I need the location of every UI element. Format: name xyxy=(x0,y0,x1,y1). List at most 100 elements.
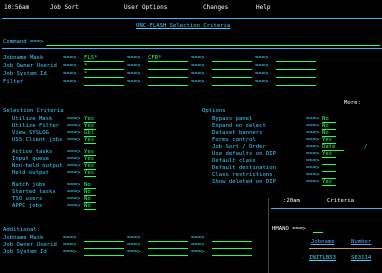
option-value-input[interactable] xyxy=(322,158,336,165)
options-heading: Options xyxy=(202,108,226,114)
arrow-label: ===> xyxy=(63,63,77,69)
additional-input[interactable] xyxy=(212,249,252,256)
field-input[interactable] xyxy=(212,55,252,62)
field-input[interactable] xyxy=(148,63,188,70)
option-value-input[interactable] xyxy=(322,165,336,172)
selection-value-input[interactable]: No xyxy=(84,182,96,189)
field-input[interactable] xyxy=(212,71,252,78)
field-input[interactable] xyxy=(276,55,316,62)
arrow-label: ===> xyxy=(67,196,81,202)
arrow-label: ===> xyxy=(63,55,77,61)
field-input[interactable] xyxy=(148,71,188,78)
field-input[interactable] xyxy=(276,63,316,70)
arrow-label: ===> xyxy=(306,116,320,122)
menu-job-sort[interactable]: Job Sort xyxy=(50,4,79,11)
additional-heading: Additional: xyxy=(3,227,41,233)
selection-label: View SYSLOG xyxy=(12,130,50,136)
additional-input[interactable] xyxy=(212,235,252,242)
overlay-row-marker[interactable]: - xyxy=(301,255,304,262)
arrow-label: ===> xyxy=(306,165,320,171)
option-value-input[interactable]: Date xyxy=(322,144,344,151)
selection-value-input[interactable]: Gbl xyxy=(84,130,96,137)
selection-value-input[interactable]: Yes xyxy=(84,170,96,177)
option-extra: / xyxy=(364,144,368,150)
selection-value-input[interactable]: No xyxy=(84,189,96,196)
option-label: Bypass panel xyxy=(212,116,253,122)
selection-value-input[interactable]: Yes xyxy=(84,116,96,123)
command-input[interactable] xyxy=(46,39,380,46)
field-input[interactable] xyxy=(276,71,316,78)
arrow-label: ===> xyxy=(127,55,141,61)
arrow-label: ===> xyxy=(191,63,205,69)
additional-label: Jobname Mask xyxy=(3,235,44,241)
additional-input[interactable] xyxy=(148,242,188,249)
arrow-label: ===> xyxy=(63,249,77,255)
additional-label: Job System Id xyxy=(3,249,47,255)
field-input[interactable] xyxy=(84,79,124,86)
overlay-divider xyxy=(309,248,382,249)
selection-value-input[interactable]: No xyxy=(84,203,96,210)
selection-label: APPC jobs xyxy=(12,203,43,209)
selection-label: Held output xyxy=(12,170,50,176)
additional-input[interactable] xyxy=(148,235,188,242)
selection-value-input[interactable]: Yes xyxy=(84,163,96,170)
field-input[interactable]: CFR* xyxy=(148,55,188,62)
field-input[interactable] xyxy=(212,79,252,86)
field-input[interactable] xyxy=(212,63,252,70)
option-value-input[interactable]: Yes xyxy=(322,137,336,144)
selection-value-input[interactable]: Yes xyxy=(84,137,96,144)
option-value-input[interactable]: Yes xyxy=(322,151,336,158)
option-value-input[interactable]: Yes xyxy=(322,179,336,186)
overlay-row-jobname[interactable]: INITLB53 xyxy=(309,255,336,262)
option-label: Class restrictions xyxy=(212,172,273,178)
overlay-mask-label: HMANO ===> xyxy=(272,226,306,232)
selection-label: Utilize Filter xyxy=(12,123,60,129)
option-label: Expand on select xyxy=(212,123,266,129)
field-input[interactable] xyxy=(148,79,188,86)
overlay-mask-input[interactable] xyxy=(313,226,323,233)
selection-value-input[interactable]: Yes xyxy=(84,156,96,163)
option-value-input[interactable]: No xyxy=(322,116,336,123)
additional-input[interactable] xyxy=(84,235,124,242)
arrow-label: ===> xyxy=(127,249,141,255)
arrow-label: ===> xyxy=(67,137,81,143)
selection-label: USS Client jobs xyxy=(12,137,63,143)
field-input[interactable] xyxy=(276,79,316,86)
arrow-label: ===> xyxy=(63,235,77,241)
menu-user-options[interactable]: User Options xyxy=(124,4,167,11)
arrow-label: ===> xyxy=(67,182,81,188)
option-label: Dataset banners xyxy=(212,130,263,136)
menu-separator xyxy=(2,18,382,19)
option-value-input[interactable]: No xyxy=(322,123,336,130)
option-value-input[interactable] xyxy=(322,172,336,179)
option-label: Job Sort / Order xyxy=(212,144,266,150)
overlay-col-jobname: Jobname xyxy=(311,239,335,245)
additional-input[interactable] xyxy=(148,249,188,256)
clock: 10:56am xyxy=(4,4,30,11)
field-input[interactable]: FLS* xyxy=(84,55,124,62)
selection-label: Non-held output xyxy=(12,163,63,169)
additional-input[interactable] xyxy=(84,249,124,256)
arrow-label: ===> xyxy=(255,79,269,85)
arrow-label: ===> xyxy=(67,123,81,129)
arrow-label: ===> xyxy=(306,137,320,143)
menu-changes[interactable]: Changes xyxy=(203,4,228,11)
arrow-label: ===> xyxy=(67,189,81,195)
additional-label: Job Owner Userid xyxy=(3,242,57,248)
selection-value-input[interactable]: Yes xyxy=(84,149,96,156)
arrow-label: ===> xyxy=(127,242,141,248)
arrow-label: ===> xyxy=(63,79,77,85)
additional-input[interactable] xyxy=(212,242,252,249)
field-input[interactable]: * xyxy=(84,63,124,70)
option-value-input[interactable]: No xyxy=(322,130,336,137)
selection-value-input[interactable]: Yes xyxy=(84,123,96,130)
selection-label: Batch jobs xyxy=(12,182,46,188)
overlay-row-number[interactable]: S63114 xyxy=(351,255,371,262)
selection-value-input[interactable]: No xyxy=(84,196,96,203)
arrow-label: ===> xyxy=(306,172,320,178)
arrow-label: ===> xyxy=(191,79,205,85)
selection-label: Started tasks xyxy=(12,189,56,195)
field-input[interactable]: * xyxy=(84,71,124,78)
additional-input[interactable] xyxy=(84,242,124,249)
menu-help[interactable]: Help xyxy=(256,4,270,11)
